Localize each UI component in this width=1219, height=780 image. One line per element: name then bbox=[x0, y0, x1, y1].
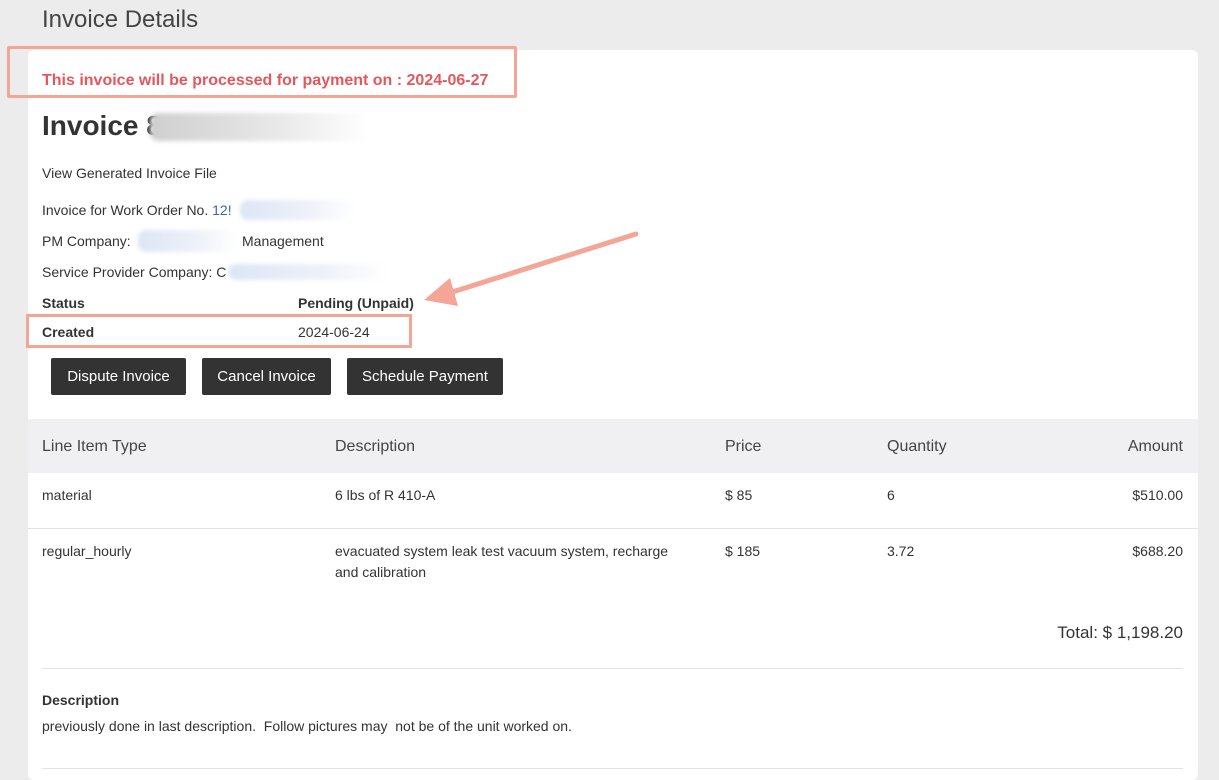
cell-amount: $510.00 bbox=[1132, 487, 1183, 503]
service-provider-label: Service Provider Company: bbox=[42, 264, 213, 280]
description-label: Description bbox=[42, 692, 120, 708]
cell-description-line-1: evacuated system leak test vacuum system… bbox=[335, 543, 669, 559]
page-title: Invoice Details bbox=[42, 6, 199, 33]
work-order-link[interactable]: 12! bbox=[212, 202, 231, 218]
redacted-invoice-number bbox=[150, 113, 368, 141]
view-invoice-file-link[interactable]: View Generated Invoice File bbox=[42, 165, 217, 181]
section-divider bbox=[42, 668, 1183, 669]
work-order-label: Invoice for Work Order No. bbox=[42, 202, 209, 218]
pm-company-label: PM Company: bbox=[42, 233, 131, 249]
column-header-amount: Amount bbox=[1127, 438, 1183, 455]
redacted-work-order bbox=[240, 200, 355, 220]
cell-description: evacuated system leak test vacuum system… bbox=[335, 541, 705, 583]
column-header-type: Line Item Type bbox=[42, 438, 147, 455]
invoice-title-prefix: Invoice 8 bbox=[42, 110, 162, 141]
created-value: 2024-06-24 bbox=[298, 324, 370, 340]
annotation-arrow-icon bbox=[424, 231, 639, 306]
pm-company-link[interactable]: Management bbox=[242, 233, 324, 249]
payment-notice: This invoice will be processed for payme… bbox=[42, 72, 489, 89]
column-header-price: Price bbox=[725, 438, 762, 455]
table-header-row bbox=[28, 419, 1198, 473]
redacted-pm-company bbox=[138, 230, 238, 252]
cell-type: material bbox=[42, 487, 92, 503]
pm-company-row: PM Company: bbox=[42, 233, 131, 249]
dispute-invoice-button[interactable]: Dispute Invoice bbox=[51, 358, 186, 395]
status-value: Pending (Unpaid) bbox=[298, 295, 414, 311]
schedule-payment-button[interactable]: Schedule Payment bbox=[347, 358, 503, 395]
invoice-total: Total: $ 1,198.20 bbox=[1057, 623, 1183, 642]
invoice-card bbox=[28, 50, 1198, 780]
cell-type: regular_hourly bbox=[42, 543, 132, 559]
redacted-service-provider bbox=[228, 264, 388, 280]
cell-quantity: 3.72 bbox=[887, 543, 915, 559]
invoice-title: Invoice 8 bbox=[42, 110, 162, 142]
cell-description: 6 lbs of R 410-A bbox=[335, 487, 436, 503]
cell-price: $ 85 bbox=[725, 487, 753, 503]
cell-price: $ 185 bbox=[725, 543, 761, 559]
column-header-description: Description bbox=[335, 438, 416, 455]
cell-description-line-2: and calibration bbox=[335, 564, 427, 580]
row-divider bbox=[28, 528, 1198, 529]
cell-amount: $688.20 bbox=[1132, 543, 1183, 559]
cell-quantity: 6 bbox=[887, 487, 895, 503]
bottom-divider bbox=[42, 768, 1183, 769]
column-header-quantity: Quantity bbox=[887, 438, 947, 455]
description-text: previously done in last description. Fol… bbox=[42, 718, 572, 734]
status-label: Status bbox=[42, 295, 85, 311]
service-provider-value: C bbox=[216, 264, 227, 280]
created-label: Created bbox=[42, 324, 95, 340]
service-provider-row: Service Provider Company: C bbox=[42, 264, 226, 280]
cancel-invoice-button[interactable]: Cancel Invoice bbox=[202, 358, 331, 395]
work-order-row: Invoice for Work Order No. 12! bbox=[42, 202, 232, 218]
